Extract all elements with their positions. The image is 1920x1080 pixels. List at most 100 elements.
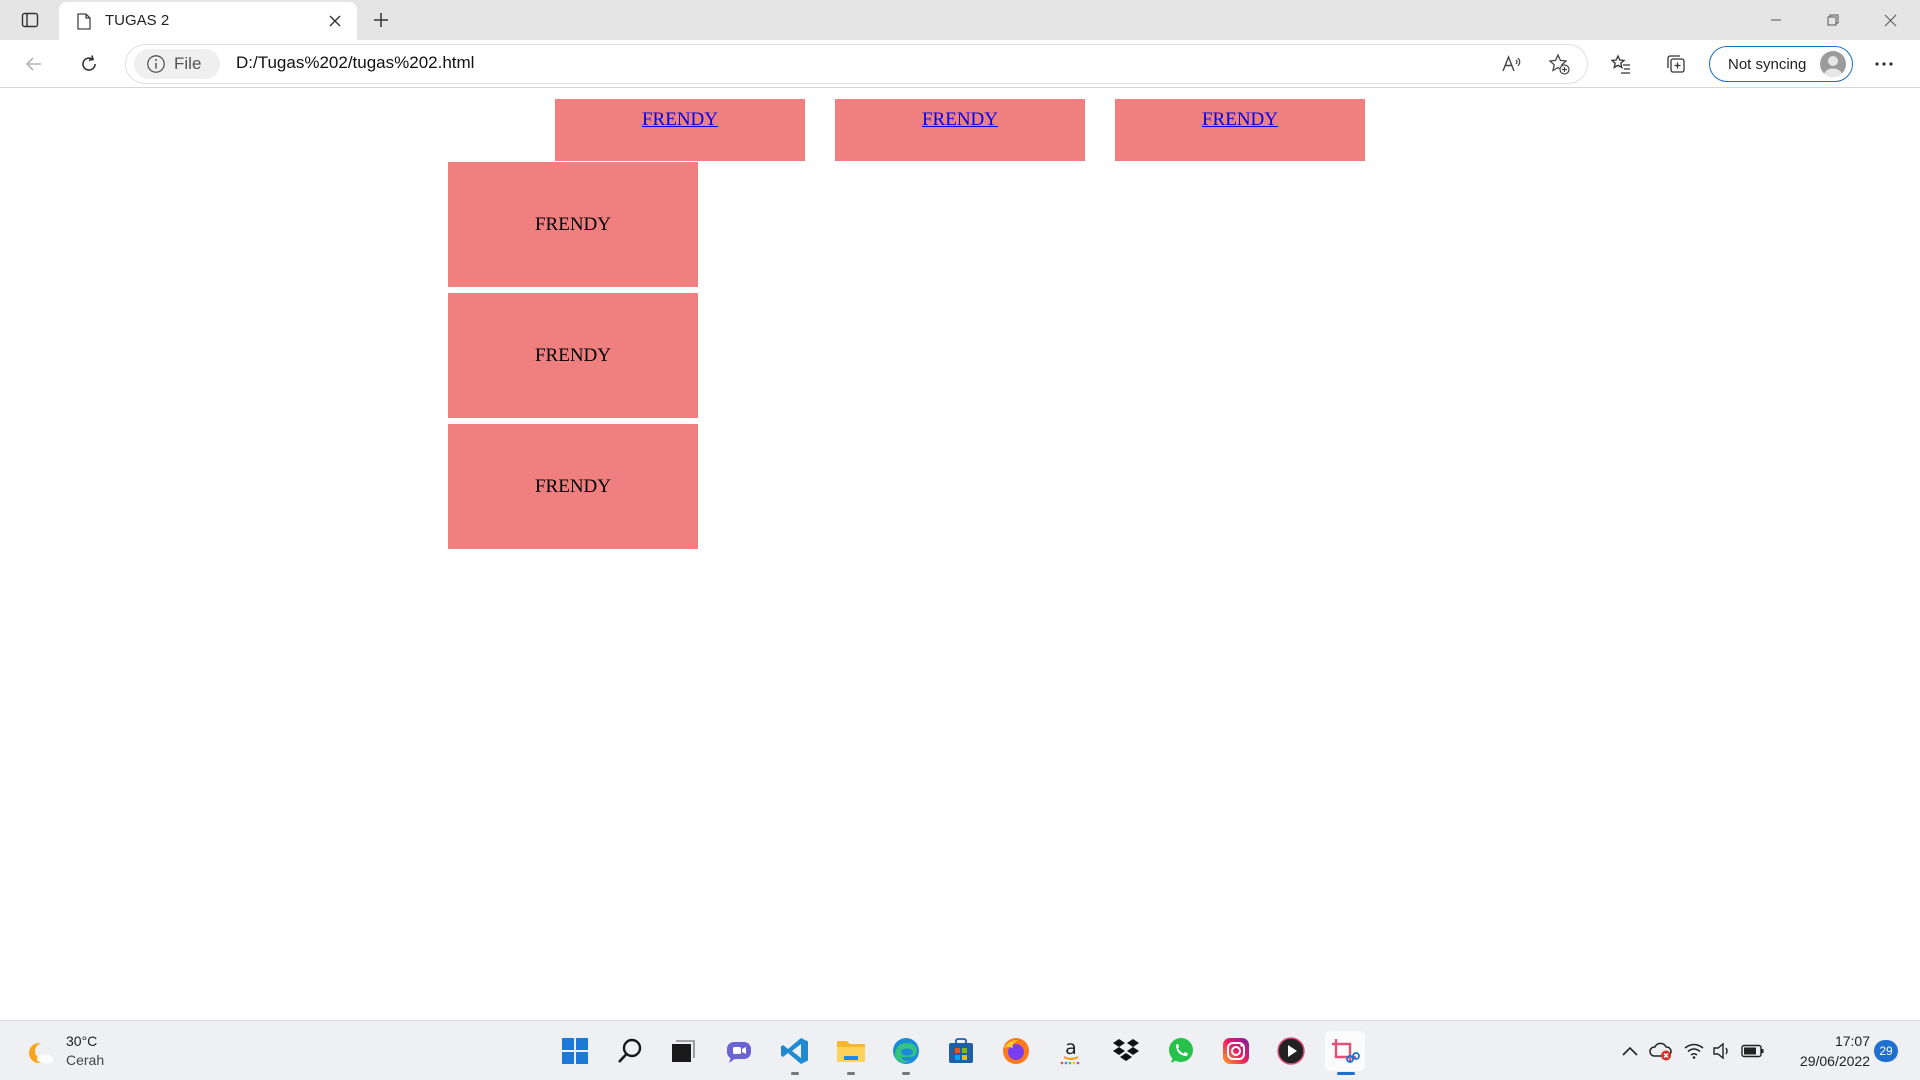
notification-badge[interactable]: 29: [1874, 1040, 1898, 1062]
star-add-icon: [1548, 53, 1570, 75]
running-indicator: [1337, 1072, 1355, 1075]
tab-title: TUGAS 2: [105, 12, 170, 29]
plus-icon: [374, 13, 388, 27]
store-button[interactable]: [941, 1031, 981, 1071]
tab-actions-button[interactable]: [14, 6, 46, 34]
weather-temperature: 30°C: [66, 1033, 98, 1049]
profile-sync-button[interactable]: Not syncing: [1709, 46, 1853, 82]
firefox-button[interactable]: [996, 1031, 1036, 1071]
task-view-button[interactable]: [663, 1031, 703, 1071]
new-tab-button[interactable]: [366, 6, 396, 34]
amazon-button[interactable]: a: [1051, 1031, 1091, 1071]
nav-link[interactable]: FRENDY: [1202, 109, 1278, 131]
web-page-content: FRENDY FRENDY FRENDY FRENDY FRENDY FREND…: [0, 89, 1920, 1020]
volume-button[interactable]: [1708, 1031, 1736, 1071]
weather-widget[interactable]: 30°C Cerah: [24, 1031, 134, 1071]
collections-icon: [1667, 55, 1685, 73]
side-box-text: FRENDY: [534, 213, 611, 235]
minimize-button[interactable]: [1748, 0, 1804, 40]
address-bar[interactable]: File D:/Tugas%202/tugas%202.html: [126, 45, 1587, 83]
clock-time: 17:07: [1834, 1033, 1870, 1049]
show-hidden-icons-button[interactable]: [1616, 1031, 1644, 1071]
battery-icon: [1741, 1044, 1764, 1058]
refresh-button[interactable]: [71, 48, 107, 80]
nav-link[interactable]: FRENDY: [922, 109, 998, 131]
settings-more-button[interactable]: [1866, 48, 1902, 80]
dropbox-button[interactable]: [1106, 1031, 1146, 1071]
instagram-button[interactable]: [1216, 1031, 1256, 1071]
taskbar: 30°C Cerah a 17:07 29/06/2022 29: [0, 1020, 1920, 1080]
snipping-tool-button[interactable]: [1325, 1031, 1365, 1075]
task-view-icon: [672, 1040, 695, 1062]
collections-button[interactable]: [1658, 48, 1694, 80]
side-box: FRENDY: [448, 424, 698, 549]
instagram-icon: [1223, 1038, 1249, 1064]
running-indicator: [847, 1072, 855, 1075]
restore-button[interactable]: [1805, 0, 1861, 40]
back-button[interactable]: [16, 48, 52, 80]
chat-icon: [727, 1042, 751, 1063]
dropbox-icon: [1113, 1039, 1139, 1061]
edge-icon: [893, 1038, 919, 1064]
file-explorer-icon: [837, 1041, 865, 1062]
side-box: FRENDY: [448, 293, 698, 418]
whatsapp-icon: [1169, 1038, 1193, 1063]
amazon-icon: a: [1060, 1037, 1080, 1065]
store-icon: [949, 1038, 973, 1063]
tab-strip: TUGAS 2: [0, 0, 1920, 40]
start-icon: [562, 1038, 588, 1064]
favorites-icon: [1610, 54, 1630, 74]
edge-button[interactable]: [886, 1031, 926, 1075]
running-indicator: [902, 1072, 910, 1075]
start-button[interactable]: [555, 1031, 595, 1071]
snipping-tool-icon: [1332, 1039, 1360, 1063]
side-box-text: FRENDY: [534, 344, 611, 366]
wifi-button[interactable]: [1680, 1031, 1708, 1071]
media-player-button[interactable]: [1271, 1031, 1311, 1071]
chat-button[interactable]: [719, 1031, 759, 1071]
battery-button[interactable]: [1739, 1031, 1767, 1071]
media-player-icon: [1277, 1037, 1305, 1065]
refresh-icon: [82, 55, 96, 71]
chevron-up-icon: [1622, 1046, 1638, 1056]
side-box-text: FRENDY: [534, 475, 611, 497]
weather-condition: Cerah: [66, 1052, 105, 1068]
site-info-button[interactable]: File: [134, 49, 220, 79]
svg-text:a: a: [1065, 1037, 1077, 1059]
read-aloud-icon: [1502, 55, 1521, 72]
restore-icon: [1827, 14, 1839, 26]
read-aloud-button[interactable]: [1498, 51, 1526, 77]
avatar-icon: [1820, 51, 1846, 77]
browser-tab[interactable]: TUGAS 2: [59, 2, 357, 40]
vscode-button[interactable]: [775, 1031, 815, 1075]
sync-status-label: Not syncing: [1728, 55, 1807, 73]
close-window-button[interactable]: [1862, 0, 1918, 40]
file-explorer-button[interactable]: [831, 1031, 871, 1075]
firefox-icon: [1003, 1038, 1029, 1064]
browser-window: TUGAS 2 File D:/Tugas%202/tugas%202.html…: [0, 0, 1920, 1080]
wifi-icon: [1684, 1043, 1704, 1059]
favorites-button[interactable]: [1603, 48, 1639, 80]
search-button[interactable]: [610, 1031, 650, 1071]
nav-link[interactable]: FRENDY: [642, 109, 718, 131]
info-icon: [146, 54, 166, 74]
add-favorite-button[interactable]: [1545, 51, 1573, 77]
tab-close-button[interactable]: [325, 11, 345, 31]
close-icon: [1884, 14, 1896, 26]
minimize-icon: [1771, 19, 1781, 21]
nav-box: FRENDY: [835, 99, 1085, 161]
arrow-left-icon: [25, 57, 41, 71]
clock[interactable]: 17:07 29/06/2022: [1780, 1031, 1870, 1071]
clock-date: 29/06/2022: [1799, 1053, 1870, 1069]
more-icon: [1875, 62, 1893, 66]
url-text[interactable]: D:/Tugas%202/tugas%202.html: [236, 53, 474, 73]
search-icon: [618, 1038, 642, 1063]
page-icon: [75, 12, 93, 30]
nav-box: FRENDY: [1115, 99, 1365, 161]
onedrive-status-button[interactable]: [1647, 1031, 1675, 1071]
cloud-error-icon: [1649, 1042, 1672, 1061]
browser-toolbar: File D:/Tugas%202/tugas%202.html Not syn…: [0, 40, 1920, 88]
close-icon: [329, 15, 341, 27]
nav-box: FRENDY: [555, 99, 805, 161]
whatsapp-button[interactable]: [1161, 1031, 1201, 1071]
